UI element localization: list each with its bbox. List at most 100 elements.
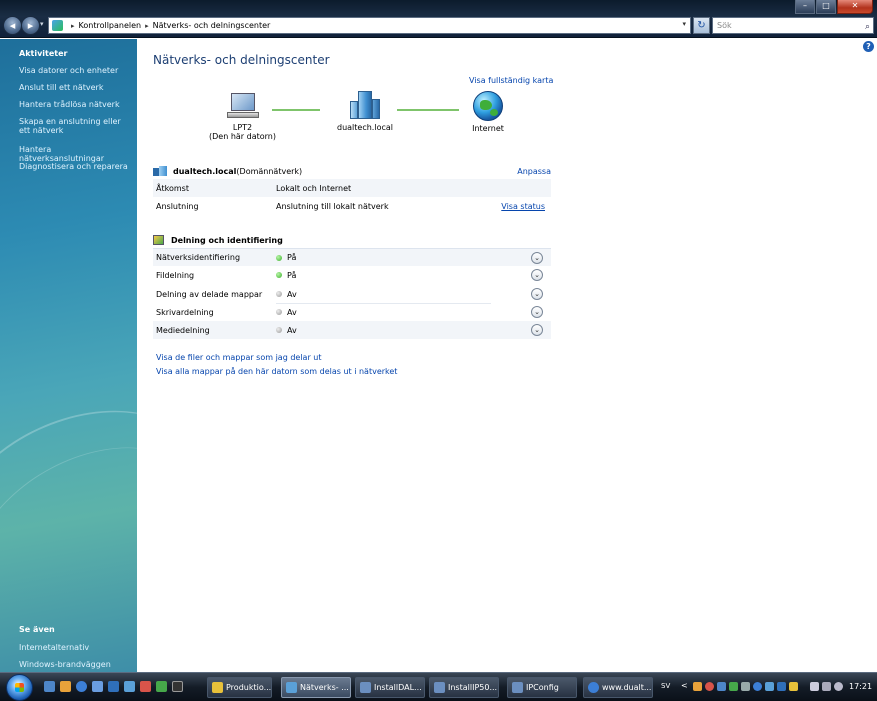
network-name: dualtech.local	[173, 166, 237, 176]
sidebar-item-create-connection[interactable]: Skapa en anslutning eller ett nätverk	[19, 117, 131, 135]
quicklaunch-icon[interactable]	[108, 681, 119, 692]
cmd-icon[interactable]	[172, 681, 183, 692]
quicklaunch-icon[interactable]	[124, 681, 135, 692]
tray-icon[interactable]	[729, 682, 738, 691]
forward-button[interactable]: ▸	[21, 16, 40, 35]
computer-name: LPT2	[232, 123, 253, 132]
sharing-row-discovery[interactable]: Nätverksidentifiering På ⌄	[153, 248, 551, 266]
sidebar-item-manage-connections[interactable]: Hantera nätverksanslutningar	[19, 145, 131, 163]
tray-icon[interactable]	[717, 682, 726, 691]
window-icon	[512, 682, 523, 693]
row-state: Av	[276, 290, 516, 299]
task-button-installdal[interactable]: InstallDAL...	[355, 677, 425, 698]
task-button-network-center[interactable]: Nätverks- ...	[281, 677, 351, 698]
tray-icon[interactable]	[753, 682, 762, 691]
maximize-button[interactable]: □	[816, 0, 836, 14]
sidebar-item-internet-options[interactable]: Internetalternativ	[19, 643, 131, 652]
taskbar: Produktio... Nätverks- ... InstallDAL...…	[0, 672, 877, 701]
shared-folders-link[interactable]: Visa alla mappar på den här datorn som d…	[156, 367, 397, 376]
computer-subtitle: (Den här datorn)	[209, 132, 276, 141]
breadcrumb-separator[interactable]: ▸	[71, 22, 75, 30]
quicklaunch-icon[interactable]	[140, 681, 151, 692]
tray-icon[interactable]	[741, 682, 750, 691]
map-node-network[interactable]: dualtech.local	[330, 91, 400, 132]
sidebar-item-view-computers[interactable]: Visa datorer och enheter	[19, 66, 131, 75]
row-value: Anslutning till lokalt nätverk	[276, 201, 389, 211]
map-node-computer[interactable]: LPT2 (Den här datorn)	[200, 93, 285, 141]
start-button[interactable]	[6, 674, 33, 701]
address-bar[interactable]: ▸ Kontrollpanelen ▸ Nätverks- och delnin…	[48, 17, 691, 34]
close-button[interactable]: ✕	[837, 0, 873, 14]
task-button-browser[interactable]: www.dualt...	[583, 677, 653, 698]
minimize-button[interactable]: –	[795, 0, 815, 14]
network-name: dualtech.local	[337, 123, 393, 132]
language-indicator[interactable]: SV	[661, 682, 670, 690]
view-full-map-link[interactable]: Visa fullständig karta	[469, 76, 553, 85]
sidebar-item-wireless[interactable]: Hantera trådlösa nätverk	[19, 100, 131, 109]
ie-icon[interactable]	[76, 681, 87, 692]
tray-icon[interactable]	[693, 682, 702, 691]
window-controls: – □ ✕	[795, 0, 873, 14]
task-button-ipconfig[interactable]: IPConfig	[507, 677, 577, 698]
window-icon	[434, 682, 445, 693]
expand-icon[interactable]: ⌄	[531, 288, 543, 300]
search-icon[interactable]: ⌕	[865, 20, 870, 35]
search-placeholder: Sök	[717, 21, 732, 30]
sharing-header: Delning och identifiering	[153, 233, 551, 247]
tray-icon[interactable]	[765, 682, 774, 691]
title-bar: – □ ✕ ◂ ▸ ▾ ▸ Kontrollpanelen ▸ Nätverks…	[0, 0, 877, 38]
window-icon	[360, 682, 371, 693]
help-icon[interactable]: ?	[863, 41, 874, 52]
row-state: Av	[276, 308, 516, 317]
refresh-button[interactable]: ↻	[693, 17, 710, 34]
network-icon	[286, 682, 297, 693]
map-node-internet[interactable]: Internet	[467, 91, 509, 133]
network-status-icon[interactable]	[810, 682, 819, 691]
task-button-produktio[interactable]: Produktio...	[207, 677, 272, 698]
network-row-connection: Anslutning Anslutning till lokalt nätver…	[153, 197, 551, 215]
tray-icon[interactable]	[705, 682, 714, 691]
quicklaunch-icon[interactable]	[60, 681, 71, 692]
page-title: Nätverks- och delningscenter	[153, 53, 330, 67]
quicklaunch-icon[interactable]	[92, 681, 103, 692]
breadcrumb-control-panel[interactable]: Kontrollpanelen	[79, 21, 142, 30]
sidebar-item-connect[interactable]: Anslut till ett nätverk	[19, 83, 131, 92]
sharing-row-media[interactable]: Mediedelning Av ⌄	[153, 321, 551, 339]
tray-icon[interactable]	[822, 682, 831, 691]
expand-icon[interactable]: ⌄	[531, 269, 543, 281]
sharing-row-file[interactable]: Fildelning På ⌄	[153, 266, 551, 284]
sidebar-see-also-heading: Se även	[19, 625, 55, 634]
shared-files-link[interactable]: Visa de filer och mappar som jag delar u…	[156, 353, 322, 362]
tray-icon[interactable]	[777, 682, 786, 691]
show-desktop-icon[interactable]	[44, 681, 55, 692]
sidebar-item-firewall[interactable]: Windows-brandväggen	[19, 660, 131, 669]
sharing-row-printer[interactable]: Skrivardelning Av ⌄	[153, 303, 551, 321]
globe-icon	[473, 91, 503, 121]
sidebar-item-diagnose[interactable]: Diagnostisera och reparera	[19, 162, 131, 171]
row-label: Mediedelning	[156, 325, 210, 335]
tray-icon[interactable]	[789, 682, 798, 691]
quicklaunch-icon[interactable]	[156, 681, 167, 692]
view-status-link[interactable]: Visa status	[501, 202, 545, 211]
expand-icon[interactable]: ⌄	[531, 324, 543, 336]
status-off-icon	[276, 327, 282, 333]
expand-icon[interactable]: ⌄	[531, 306, 543, 318]
breadcrumb-separator[interactable]: ▸	[145, 22, 149, 30]
recent-pages-dropdown[interactable]: ▾	[40, 20, 44, 28]
folder-icon	[212, 682, 223, 693]
expand-icon[interactable]: ⌄	[531, 251, 543, 264]
sidebar: Aktiviteter Visa datorer och enheter Ans…	[0, 39, 137, 672]
volume-icon[interactable]	[834, 682, 843, 691]
control-panel-icon	[52, 20, 63, 31]
customize-link[interactable]: Anpassa	[517, 167, 551, 176]
clock[interactable]: 17:21	[849, 682, 872, 691]
back-button[interactable]: ◂	[3, 16, 22, 35]
map-link-line	[397, 109, 459, 111]
tray-expand-icon[interactable]: <	[681, 681, 688, 690]
status-off-icon	[276, 291, 282, 297]
sharing-row-public-folders[interactable]: Delning av delade mappar Av ⌄	[153, 285, 551, 303]
address-dropdown-icon[interactable]: ▾	[682, 20, 686, 28]
breadcrumb-network-center[interactable]: Nätverks- och delningscenter	[153, 21, 271, 30]
task-button-installip50[interactable]: InstallIP50...	[429, 677, 499, 698]
search-input[interactable]: Sök ⌕	[712, 17, 874, 34]
